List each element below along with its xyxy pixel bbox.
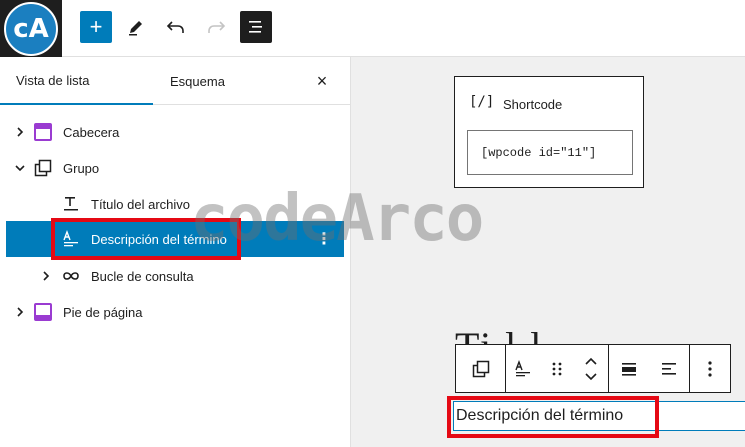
pencil-icon <box>129 21 142 36</box>
redo-icon <box>208 21 226 33</box>
shortcode-title: Shortcode <box>503 97 563 112</box>
close-icon[interactable]: × <box>312 71 332 91</box>
chevron-down-icon[interactable] <box>12 160 28 176</box>
template-part-icon <box>32 301 54 323</box>
site-logo-badge: cA <box>4 1 58 56</box>
add-block-button[interactable]: + <box>80 11 112 43</box>
undo-button[interactable] <box>160 11 192 43</box>
more-options-button[interactable] <box>690 345 730 392</box>
tab-outline[interactable]: Esquema <box>170 57 225 105</box>
list-view-icon <box>249 21 262 33</box>
chevron-up-down-icon <box>585 357 597 380</box>
more-vertical-icon <box>708 360 712 377</box>
block-type-group <box>506 345 609 392</box>
more-options-group <box>690 345 730 392</box>
editor-top-bar: cA + <box>0 0 745 57</box>
list-view-button[interactable] <box>240 11 272 43</box>
chevron-right-icon[interactable] <box>12 304 28 320</box>
list-item-label: Bucle de consulta <box>91 268 194 284</box>
list-item-pie-pagina[interactable]: Pie de página <box>6 294 344 330</box>
block-type-button[interactable] <box>506 345 540 392</box>
highlight-box-canvas <box>447 396 659 438</box>
list-item-label: Pie de página <box>63 304 143 320</box>
site-logo[interactable]: cA <box>0 0 62 57</box>
vertical-align-button[interactable] <box>609 345 649 392</box>
list-item-label: Título del archivo <box>91 196 190 212</box>
text-align-button[interactable] <box>649 345 689 392</box>
block-toolbar <box>455 344 731 393</box>
drag-handle[interactable] <box>540 345 574 392</box>
redo-button[interactable] <box>200 11 232 43</box>
chevron-right-icon[interactable] <box>12 124 28 140</box>
list-item-label: Grupo <box>63 160 100 176</box>
watermark-text: codeArco <box>190 182 484 256</box>
undo-icon <box>166 21 184 33</box>
template-part-icon <box>32 121 54 143</box>
alignment-group <box>609 345 690 392</box>
align-center-icon <box>622 362 636 376</box>
align-left-icon <box>662 362 676 375</box>
group-icon <box>32 157 54 179</box>
shortcode-input[interactable]: [wpcode id="11"] <box>467 130 633 175</box>
chevron-right-icon[interactable] <box>38 268 54 284</box>
shortcode-icon: [/] <box>469 94 495 110</box>
list-item-bucle-consulta[interactable]: Bucle de consulta <box>6 258 344 294</box>
drag-handle-icon <box>552 362 562 375</box>
plus-icon: + <box>89 14 103 39</box>
tab-list-view[interactable]: Vista de lista <box>0 57 153 105</box>
list-item-label: Cabecera <box>63 124 120 140</box>
sidebar-tabs: Vista de lista Esquema × <box>0 57 350 105</box>
move-up-down-button[interactable] <box>574 345 608 392</box>
list-item-grupo[interactable]: Grupo <box>6 150 344 186</box>
query-loop-icon <box>60 265 82 287</box>
archive-title-icon <box>60 193 82 215</box>
term-description-icon <box>515 359 530 376</box>
shortcode-block[interactable]: [/] Shortcode [wpcode id="11"] <box>454 76 644 188</box>
group-icon <box>472 360 489 377</box>
list-item-cabecera[interactable]: Cabecera <box>6 114 344 150</box>
parent-block-selector[interactable] <box>456 345 506 392</box>
tools-button[interactable] <box>120 11 152 43</box>
